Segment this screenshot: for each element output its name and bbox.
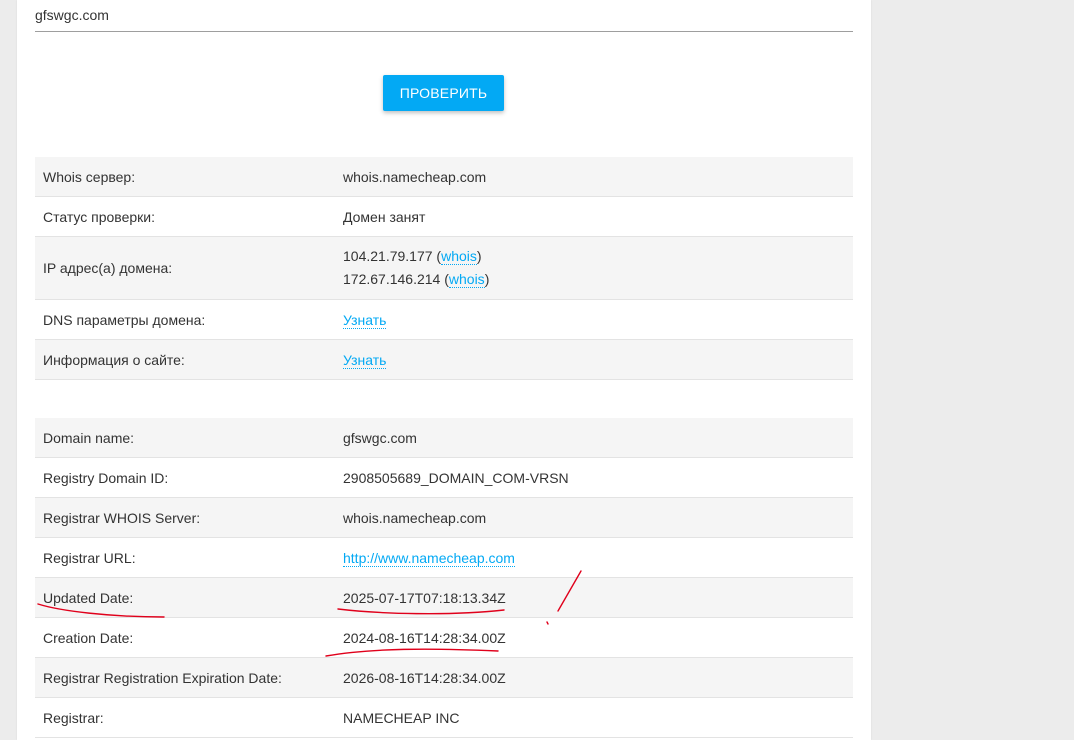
table-row: Registrar: NAMECHEAP INC bbox=[35, 697, 853, 738]
ip-address: 104.21.79.177 bbox=[343, 248, 433, 264]
check-result-table: Whois сервер: whois.namecheap.com Статус… bbox=[35, 157, 853, 380]
creation-date-value: 2024-08-16T14:28:34.00Z bbox=[335, 617, 853, 658]
table-row: Domain name: gfswgc.com bbox=[35, 418, 853, 458]
expiration-date-value: 2026-08-16T14:28:34.00Z bbox=[335, 657, 853, 698]
whois-server-label: Whois сервер: bbox=[35, 157, 335, 197]
updated-date-label: Updated Date: bbox=[35, 577, 335, 618]
domain-input[interactable] bbox=[35, 0, 853, 32]
table-row: Статус проверки: Домен занят bbox=[35, 196, 853, 237]
ip-values: 104.21.79.177 (whois) 172.67.146.214 (wh… bbox=[335, 236, 853, 300]
domain-name-label: Domain name: bbox=[35, 418, 335, 458]
ip-label: IP адрес(а) домена: bbox=[35, 236, 335, 300]
registrar-label: Registrar: bbox=[35, 697, 335, 738]
table-row: Registrar URL: http://www.namecheap.com bbox=[35, 537, 853, 578]
table-row: Информация о сайте: Узнать bbox=[35, 339, 853, 380]
whois-server-value: whois.namecheap.com bbox=[335, 157, 853, 197]
registrar-whois-value: whois.namecheap.com bbox=[335, 497, 853, 538]
expiration-date-label: Registrar Registration Expiration Date: bbox=[35, 657, 335, 698]
updated-date-value: 2025-07-17T07:18:13.34Z bbox=[335, 577, 853, 618]
registrar-value: NAMECHEAP INC bbox=[335, 697, 853, 738]
whois-link[interactable]: whois bbox=[441, 248, 477, 265]
registrar-whois-label: Registrar WHOIS Server: bbox=[35, 497, 335, 538]
registrar-url-link[interactable]: http://www.namecheap.com bbox=[343, 549, 515, 567]
table-row: Creation Date: 2024-08-16T14:28:34.00Z bbox=[35, 617, 853, 658]
status-value: Домен занят bbox=[335, 196, 853, 237]
table-row: IP адрес(а) домена: 104.21.79.177 (whois… bbox=[35, 236, 853, 300]
table-row: Updated Date: 2025-07-17T07:18:13.34Z bbox=[35, 577, 853, 618]
registry-id-value: 2908505689_DOMAIN_COM-VRSN bbox=[335, 457, 853, 498]
table-row: Registrar Registration Expiration Date: … bbox=[35, 657, 853, 698]
registrar-url-label: Registrar URL: bbox=[35, 537, 335, 578]
dns-label: DNS параметры домена: bbox=[35, 299, 335, 340]
status-label: Статус проверки: bbox=[35, 196, 335, 237]
creation-date-label: Creation Date: bbox=[35, 617, 335, 658]
table-row: Whois сервер: whois.namecheap.com bbox=[35, 157, 853, 197]
site-info-label: Информация о сайте: bbox=[35, 339, 335, 380]
whois-link[interactable]: whois bbox=[448, 271, 485, 288]
whois-record-table: Domain name: gfswgc.com Registry Domain … bbox=[35, 418, 853, 738]
registry-id-label: Registry Domain ID: bbox=[35, 457, 335, 498]
check-button[interactable]: ПРОВЕРИТЬ bbox=[383, 75, 504, 111]
table-row: DNS параметры домена: Узнать bbox=[35, 299, 853, 340]
site-info-link[interactable]: Узнать bbox=[343, 351, 387, 369]
table-row: Registrar WHOIS Server: whois.namecheap.… bbox=[35, 497, 853, 538]
ip-address: 172.67.146.214 bbox=[343, 271, 441, 287]
table-row: Registry Domain ID: 2908505689_DOMAIN_CO… bbox=[35, 457, 853, 498]
main-panel: ПРОВЕРИТЬ Whois сервер: whois.namecheap.… bbox=[17, 0, 871, 740]
dns-lookup-link[interactable]: Узнать bbox=[343, 311, 387, 329]
domain-name-value: gfswgc.com bbox=[335, 418, 853, 458]
